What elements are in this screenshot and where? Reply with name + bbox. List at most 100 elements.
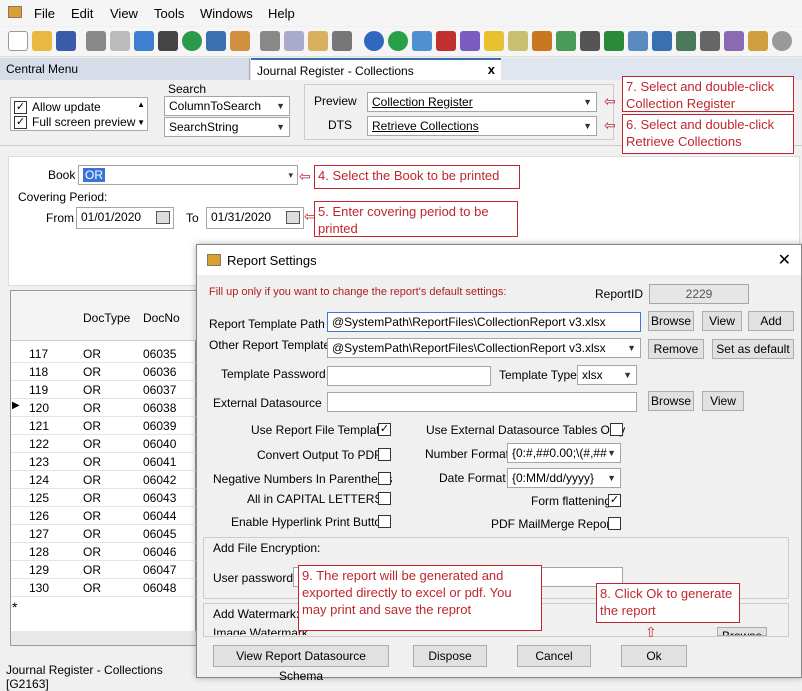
horizontal-scrollbar[interactable] xyxy=(11,631,197,645)
search-string-select[interactable]: SearchString ▼ xyxy=(164,117,290,137)
table-row[interactable]: 119 OR 06037 xyxy=(11,381,197,399)
menu-view[interactable]: View xyxy=(110,6,138,21)
database-icon[interactable] xyxy=(676,31,696,51)
menu-file[interactable]: File xyxy=(34,6,55,21)
use-report-file-checkbox[interactable]: ✓ xyxy=(378,423,391,436)
close-icon[interactable]: ✕ xyxy=(778,250,791,270)
find-icon[interactable] xyxy=(230,31,250,51)
open-icon[interactable] xyxy=(32,31,52,51)
table-row[interactable]: 126 OR 06044 xyxy=(11,507,197,525)
refresh-icon[interactable] xyxy=(182,31,202,51)
browse-template-button[interactable]: Browse xyxy=(648,311,694,331)
table-row[interactable]: 124 OR 06042 xyxy=(11,471,197,489)
menu-edit[interactable]: Edit xyxy=(71,6,93,21)
allow-update-checkbox[interactable]: ✓ xyxy=(14,101,27,114)
full-screen-checkbox[interactable]: ✓ xyxy=(14,116,27,129)
table-row[interactable]: 127 OR 06045 xyxy=(11,525,197,543)
from-date-picker[interactable]: 01/01/2020 xyxy=(76,207,174,229)
g-icon[interactable] xyxy=(532,31,552,51)
zoom-icon[interactable] xyxy=(772,31,792,51)
scroll-up-icon[interactable]: ▲ xyxy=(137,100,145,109)
folder-icon[interactable] xyxy=(652,31,672,51)
docno-cell: 06043 xyxy=(143,491,177,505)
column-header-docno[interactable]: DocNo xyxy=(143,311,180,325)
hammer-icon[interactable] xyxy=(580,31,600,51)
use-ext-tables-checkbox[interactable] xyxy=(610,423,623,436)
column-to-search-select[interactable]: ColumnToSearch ▼ xyxy=(164,96,290,116)
table-row[interactable]: 125 OR 06043 xyxy=(11,489,197,507)
cm-icon[interactable] xyxy=(436,31,456,51)
star-icon[interactable] xyxy=(484,31,504,51)
excel-icon[interactable] xyxy=(604,31,624,51)
calendar-icon[interactable] xyxy=(412,31,432,51)
undo-icon[interactable] xyxy=(206,31,226,51)
view-datasource-button[interactable]: View xyxy=(702,391,744,411)
other-templates-select[interactable]: @SystemPath\ReportFiles\CollectionReport… xyxy=(327,338,641,358)
tab-journal-register[interactable]: Journal Register - Collections x xyxy=(251,58,501,80)
date-format-select[interactable]: {0:MM/dd/yyyy} ▼ xyxy=(507,468,621,488)
print-icon[interactable] xyxy=(86,31,106,51)
paste-icon[interactable] xyxy=(308,31,328,51)
sort-icon[interactable] xyxy=(460,31,480,51)
tab-central-menu[interactable]: Central Menu xyxy=(0,58,250,80)
column-header-doctype[interactable]: DocType xyxy=(83,311,130,325)
tools-icon[interactable] xyxy=(700,31,720,51)
to-date-picker[interactable]: 01/31/2020 xyxy=(206,207,304,229)
question-icon[interactable] xyxy=(388,31,408,51)
browse-datasource-button[interactable]: Browse xyxy=(648,391,694,411)
table-row[interactable]: 117 OR 06035 xyxy=(11,345,197,363)
template-type-select[interactable]: xlsx ▼ xyxy=(577,365,637,385)
form-flattening-checkbox[interactable]: ✓ xyxy=(608,494,621,507)
view-template-button[interactable]: View xyxy=(702,311,742,331)
new-icon[interactable] xyxy=(8,31,28,51)
close-icon[interactable]: x xyxy=(488,62,495,77)
template-path-input[interactable]: @SystemPath\ReportFiles\CollectionReport… xyxy=(327,312,641,332)
import-icon[interactable] xyxy=(628,31,648,51)
table-row[interactable]: 118 OR 06036 xyxy=(11,363,197,381)
menu-help[interactable]: Help xyxy=(268,6,295,21)
convert-pdf-checkbox[interactable] xyxy=(378,448,391,461)
dispose-button[interactable]: Dispose xyxy=(413,645,487,667)
cut-icon[interactable] xyxy=(260,31,280,51)
add-template-button[interactable]: Add xyxy=(748,311,794,331)
browse-watermark-button[interactable]: Browse xyxy=(717,627,767,636)
table-row[interactable]: 130 OR 06048 xyxy=(11,579,197,597)
table-row[interactable]: 121 OR 06039 xyxy=(11,417,197,435)
ok-button[interactable]: Ok xyxy=(621,645,687,667)
menu-windows[interactable]: Windows xyxy=(200,6,253,21)
menu-tools[interactable]: Tools xyxy=(154,6,184,21)
dts-select[interactable]: Retrieve Collections ▼ xyxy=(367,116,597,136)
key-icon[interactable] xyxy=(724,31,744,51)
table-row[interactable]: 120 OR 06038 xyxy=(11,399,197,417)
calculator-icon[interactable] xyxy=(158,31,178,51)
pdf-mailmerge-checkbox[interactable] xyxy=(608,517,621,530)
number-format-select[interactable]: {0:#,##0.00;\(#,## ▼ xyxy=(507,443,621,463)
pin-icon[interactable] xyxy=(508,31,528,51)
scroll-down-icon[interactable]: ▼ xyxy=(137,118,145,127)
table-row[interactable]: 122 OR 06040 xyxy=(11,435,197,453)
set-default-button[interactable]: Set as default xyxy=(712,339,794,359)
table-row[interactable]: 128 OR 06046 xyxy=(11,543,197,561)
external-datasource-input[interactable] xyxy=(327,392,637,412)
save-icon[interactable] xyxy=(56,31,76,51)
hyperlink-checkbox[interactable] xyxy=(378,515,391,528)
template-password-input[interactable] xyxy=(327,366,491,386)
up-arrow-icon[interactable] xyxy=(134,31,154,51)
calendar-icon[interactable] xyxy=(286,211,300,224)
view-schema-button[interactable]: View Report Datasource Schema xyxy=(213,645,389,683)
book-select[interactable]: OR ▾ xyxy=(78,165,298,185)
help-icon[interactable] xyxy=(364,31,384,51)
lock-icon[interactable] xyxy=(748,31,768,51)
calendar-icon[interactable] xyxy=(156,211,170,224)
table-row[interactable]: 129 OR 06047 xyxy=(11,561,197,579)
grid-icon[interactable] xyxy=(332,31,352,51)
remove-template-button[interactable]: Remove xyxy=(648,339,704,359)
copy-icon[interactable] xyxy=(284,31,304,51)
preview-select[interactable]: Collection Register ▼ xyxy=(367,92,597,112)
capital-letters-checkbox[interactable] xyxy=(378,492,391,505)
cancel-button[interactable]: Cancel xyxy=(517,645,591,667)
user-icon[interactable] xyxy=(556,31,576,51)
negative-numbers-checkbox[interactable] xyxy=(378,472,391,485)
table-row[interactable]: 123 OR 06041 xyxy=(11,453,197,471)
print-preview-icon[interactable] xyxy=(110,31,130,51)
